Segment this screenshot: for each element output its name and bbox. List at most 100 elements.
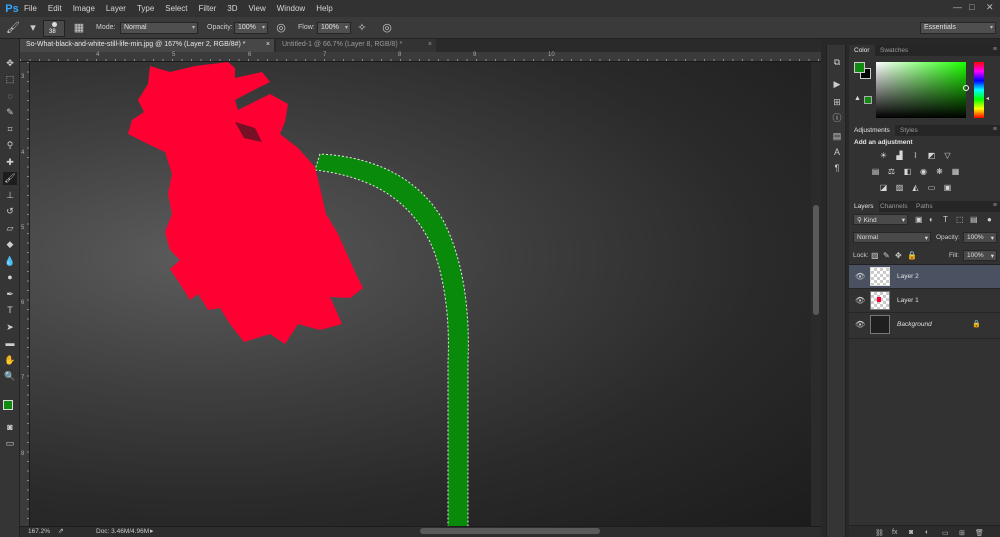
eye-icon[interactable]: 👁 bbox=[855, 320, 865, 329]
filter-type-icon[interactable]: T bbox=[943, 215, 948, 224]
gradient-map-icon[interactable]: ▭ bbox=[926, 183, 937, 193]
hue-saturation-icon[interactable]: ▤ bbox=[870, 167, 881, 177]
layer-name[interactable]: Layer 2 bbox=[897, 273, 919, 280]
levels-icon[interactable]: ▟ bbox=[894, 151, 905, 161]
selective-color-icon[interactable]: ▣ bbox=[942, 183, 953, 193]
menu-view[interactable]: View bbox=[249, 4, 266, 13]
dodge-tool-icon[interactable]: ● bbox=[3, 271, 17, 284]
filter-smart-object-icon[interactable]: ▤ bbox=[970, 215, 978, 224]
layer-name[interactable]: Layer 1 bbox=[897, 297, 919, 304]
close-window-button[interactable]: ✕ bbox=[986, 2, 994, 13]
horizontal-scroll-thumb[interactable] bbox=[420, 528, 600, 534]
move-tool-icon[interactable]: ✥ bbox=[3, 57, 17, 70]
panel-menu-icon[interactable]: ≡ bbox=[993, 202, 997, 209]
tab-document-untitled[interactable]: Untitled-1 @ 66.7% (Layer 8, RGB/8) * × bbox=[276, 39, 436, 52]
threshold-icon[interactable]: ◭ bbox=[910, 183, 921, 193]
exposure-icon[interactable]: ◩ bbox=[926, 151, 937, 161]
color-picker-cursor[interactable] bbox=[963, 85, 969, 91]
chevron-down-icon[interactable]: ▾ bbox=[26, 21, 40, 35]
blend-mode-select[interactable]: Normal ▾ bbox=[853, 232, 931, 243]
menu-3d[interactable]: 3D bbox=[227, 4, 237, 13]
lock-transparent-icon[interactable]: ▨ bbox=[871, 251, 879, 260]
tab-styles[interactable]: Styles bbox=[895, 125, 923, 136]
layer-filter-kind-select[interactable]: ⚲ Kind ▾ bbox=[853, 214, 908, 225]
eye-icon[interactable]: 👁 bbox=[855, 272, 865, 281]
curves-icon[interactable]: ⌇ bbox=[910, 151, 921, 161]
brush-size-picker[interactable]: 38 bbox=[43, 20, 65, 37]
character-icon[interactable]: A bbox=[830, 145, 844, 159]
layer-name[interactable]: Background bbox=[897, 321, 932, 328]
history-brush-tool-icon[interactable]: ↺ bbox=[3, 205, 17, 218]
photo-filter-icon[interactable]: ◉ bbox=[918, 167, 929, 177]
menu-select[interactable]: Select bbox=[165, 4, 187, 13]
lock-position-icon[interactable]: ✥ bbox=[895, 251, 902, 260]
lasso-tool-icon[interactable]: ◌ bbox=[3, 90, 17, 103]
tab-swatches[interactable]: Swatches bbox=[875, 45, 913, 56]
pressure-opacity-icon[interactable]: ◎ bbox=[274, 21, 288, 35]
layer-row-layer-1[interactable]: 👁 Layer 1 bbox=[849, 289, 1000, 313]
paint-bucket-tool-icon[interactable]: ◆ bbox=[3, 238, 17, 251]
zoom-level[interactable]: 167.2% bbox=[28, 528, 50, 535]
close-tab-icon[interactable]: × bbox=[266, 41, 270, 48]
layer-row-layer-2[interactable]: 👁 Layer 2 bbox=[849, 265, 1000, 289]
hand-tool-icon[interactable]: ✋ bbox=[3, 354, 17, 367]
clone-stamp-tool-icon[interactable]: ⊥ bbox=[3, 189, 17, 202]
document-canvas[interactable] bbox=[30, 62, 811, 526]
brush-panel-icon[interactable]: ▦ bbox=[72, 21, 86, 35]
brightness-contrast-icon[interactable]: ☀ bbox=[878, 151, 889, 161]
lock-pixels-icon[interactable]: ✎ bbox=[883, 251, 890, 260]
foreground-color-swatch[interactable] bbox=[3, 400, 13, 410]
properties-icon[interactable]: ⊞ bbox=[830, 95, 844, 109]
marquee-tool-icon[interactable]: ⬚ bbox=[3, 73, 17, 86]
workspace-select[interactable]: Essentials ▾ bbox=[920, 22, 996, 34]
chevron-right-icon[interactable]: ▸ bbox=[150, 527, 154, 535]
menu-window[interactable]: Window bbox=[277, 4, 305, 13]
filter-pixel-icon[interactable]: ▣ bbox=[915, 215, 923, 224]
posterize-icon[interactable]: ▨ bbox=[894, 183, 905, 193]
black-white-icon[interactable]: ◧ bbox=[902, 167, 913, 177]
zoom-tool-icon[interactable]: 🔍 bbox=[3, 370, 17, 383]
maximize-button[interactable]: □ bbox=[969, 2, 974, 12]
eye-icon[interactable]: 👁 bbox=[855, 296, 865, 305]
actions-icon[interactable]: ▶ bbox=[830, 77, 844, 91]
airbrush-icon[interactable]: ✧ bbox=[355, 21, 369, 35]
brush-tool-icon[interactable]: 🖌 bbox=[3, 172, 17, 185]
fg-color-swatch[interactable] bbox=[854, 62, 865, 73]
close-tab-icon[interactable]: × bbox=[428, 41, 432, 48]
blur-tool-icon[interactable]: 💧 bbox=[3, 255, 17, 268]
eyedropper-tool-icon[interactable]: ⚲ bbox=[3, 139, 17, 152]
eraser-tool-icon[interactable]: ▱ bbox=[3, 222, 17, 235]
invert-icon[interactable]: ◪ bbox=[878, 183, 889, 193]
color-balance-icon[interactable]: ⚖ bbox=[886, 167, 897, 177]
pressure-size-icon[interactable]: ◎ bbox=[380, 21, 394, 35]
link-icon[interactable]: ⛓ bbox=[875, 529, 884, 537]
panel-menu-icon[interactable]: ≡ bbox=[993, 46, 997, 53]
panel-menu-icon[interactable]: ≡ bbox=[993, 126, 997, 133]
mask-icon[interactable]: ◙ bbox=[909, 529, 913, 536]
adjustment-icon[interactable]: ◐ bbox=[925, 529, 929, 536]
menu-edit[interactable]: Edit bbox=[48, 4, 62, 13]
path-selection-tool-icon[interactable]: ➤ bbox=[3, 321, 17, 334]
tab-adjustments[interactable]: Adjustments bbox=[849, 125, 895, 136]
lock-all-icon[interactable]: 🔒 bbox=[907, 251, 917, 260]
brush-presets-icon[interactable]: ▤ bbox=[830, 129, 844, 143]
channel-mixer-icon[interactable]: ❋ bbox=[934, 167, 945, 177]
quick-selection-tool-icon[interactable]: ✎ bbox=[3, 106, 17, 119]
menu-layer[interactable]: Layer bbox=[106, 4, 126, 13]
pen-tool-icon[interactable]: ✒ bbox=[3, 288, 17, 301]
menu-image[interactable]: Image bbox=[73, 4, 95, 13]
color-lookup-icon[interactable]: ▦ bbox=[950, 167, 961, 177]
new-layer-icon[interactable]: ⊞ bbox=[959, 529, 965, 537]
healing-brush-tool-icon[interactable]: ✚ bbox=[3, 156, 17, 169]
minimize-button[interactable]: — bbox=[953, 2, 962, 12]
crop-tool-icon[interactable]: ⌗ bbox=[3, 123, 17, 136]
type-tool-icon[interactable]: T bbox=[3, 304, 17, 317]
tab-channels[interactable]: Channels bbox=[875, 201, 912, 212]
layer-opacity-input[interactable]: 100% ▾ bbox=[963, 232, 997, 243]
trash-icon[interactable]: 🗑 bbox=[975, 529, 984, 537]
color-field[interactable] bbox=[876, 62, 966, 118]
paragraph-icon[interactable]: ¶ bbox=[830, 161, 844, 175]
fx-icon[interactable]: fx bbox=[892, 529, 897, 536]
hue-slider[interactable] bbox=[974, 62, 984, 118]
tab-color[interactable]: Color bbox=[849, 45, 875, 56]
